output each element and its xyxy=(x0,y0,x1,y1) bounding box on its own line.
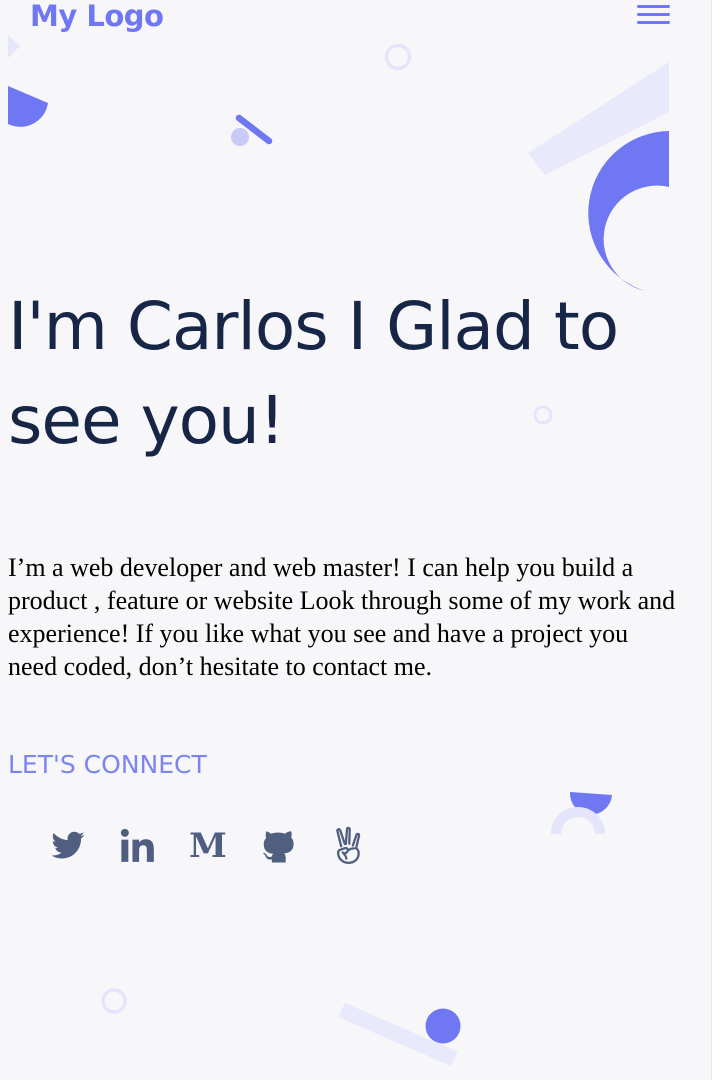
deco-arc-right xyxy=(588,131,669,291)
linkedin-icon-n xyxy=(132,839,154,862)
linkedin-icon-dot xyxy=(120,828,129,837)
menu-line-middle xyxy=(637,13,670,16)
deco-half-circle-right xyxy=(569,792,612,815)
deco-ring-top xyxy=(384,43,412,71)
site-logo[interactable]: My Logo xyxy=(30,0,164,36)
menu-line-top xyxy=(637,5,670,8)
deco-dot-top xyxy=(231,128,249,146)
right-edge-strip xyxy=(711,0,720,1080)
connect-heading: LET'S CONNECT xyxy=(8,750,207,779)
angellist-link[interactable] xyxy=(328,824,368,868)
twitter-icon xyxy=(51,831,85,859)
hero-headline-line2: see you! xyxy=(8,382,285,459)
github-icon xyxy=(263,831,294,863)
deco-ring-bottom xyxy=(101,988,127,1014)
deco-stripe-top-right xyxy=(528,62,669,175)
background-decorations xyxy=(8,35,669,1066)
deco-arc-outline-right xyxy=(551,807,605,835)
medium-icon: M xyxy=(189,826,227,866)
twitter-link[interactable] xyxy=(48,824,88,868)
deco-bar-top xyxy=(235,114,273,145)
linkedin-link[interactable] xyxy=(118,824,158,868)
deco-dot-bottom xyxy=(425,1008,461,1044)
linkedin-icon xyxy=(120,828,154,862)
deco-half-circle-top-left xyxy=(8,86,48,127)
hamburger-menu-icon[interactable] xyxy=(637,2,670,26)
page: My Logo I'm Carlos I Glad to see you! I’… xyxy=(0,0,720,1080)
github-link[interactable] xyxy=(258,824,298,868)
menu-line-bottom xyxy=(637,21,670,24)
hero-intro-text: I’m a web developer and web master! I ca… xyxy=(8,553,676,681)
medium-link[interactable]: M xyxy=(188,824,228,868)
deco-small-triangle xyxy=(8,35,20,58)
linkedin-icon-bar xyxy=(121,839,129,862)
hero-headline: I'm Carlos I Glad to see you! xyxy=(8,280,688,468)
hero-headline-line1: I'm Carlos I Glad to xyxy=(8,288,619,365)
angellist-icon xyxy=(336,826,361,864)
deco-stripe-bottom xyxy=(338,1003,458,1066)
